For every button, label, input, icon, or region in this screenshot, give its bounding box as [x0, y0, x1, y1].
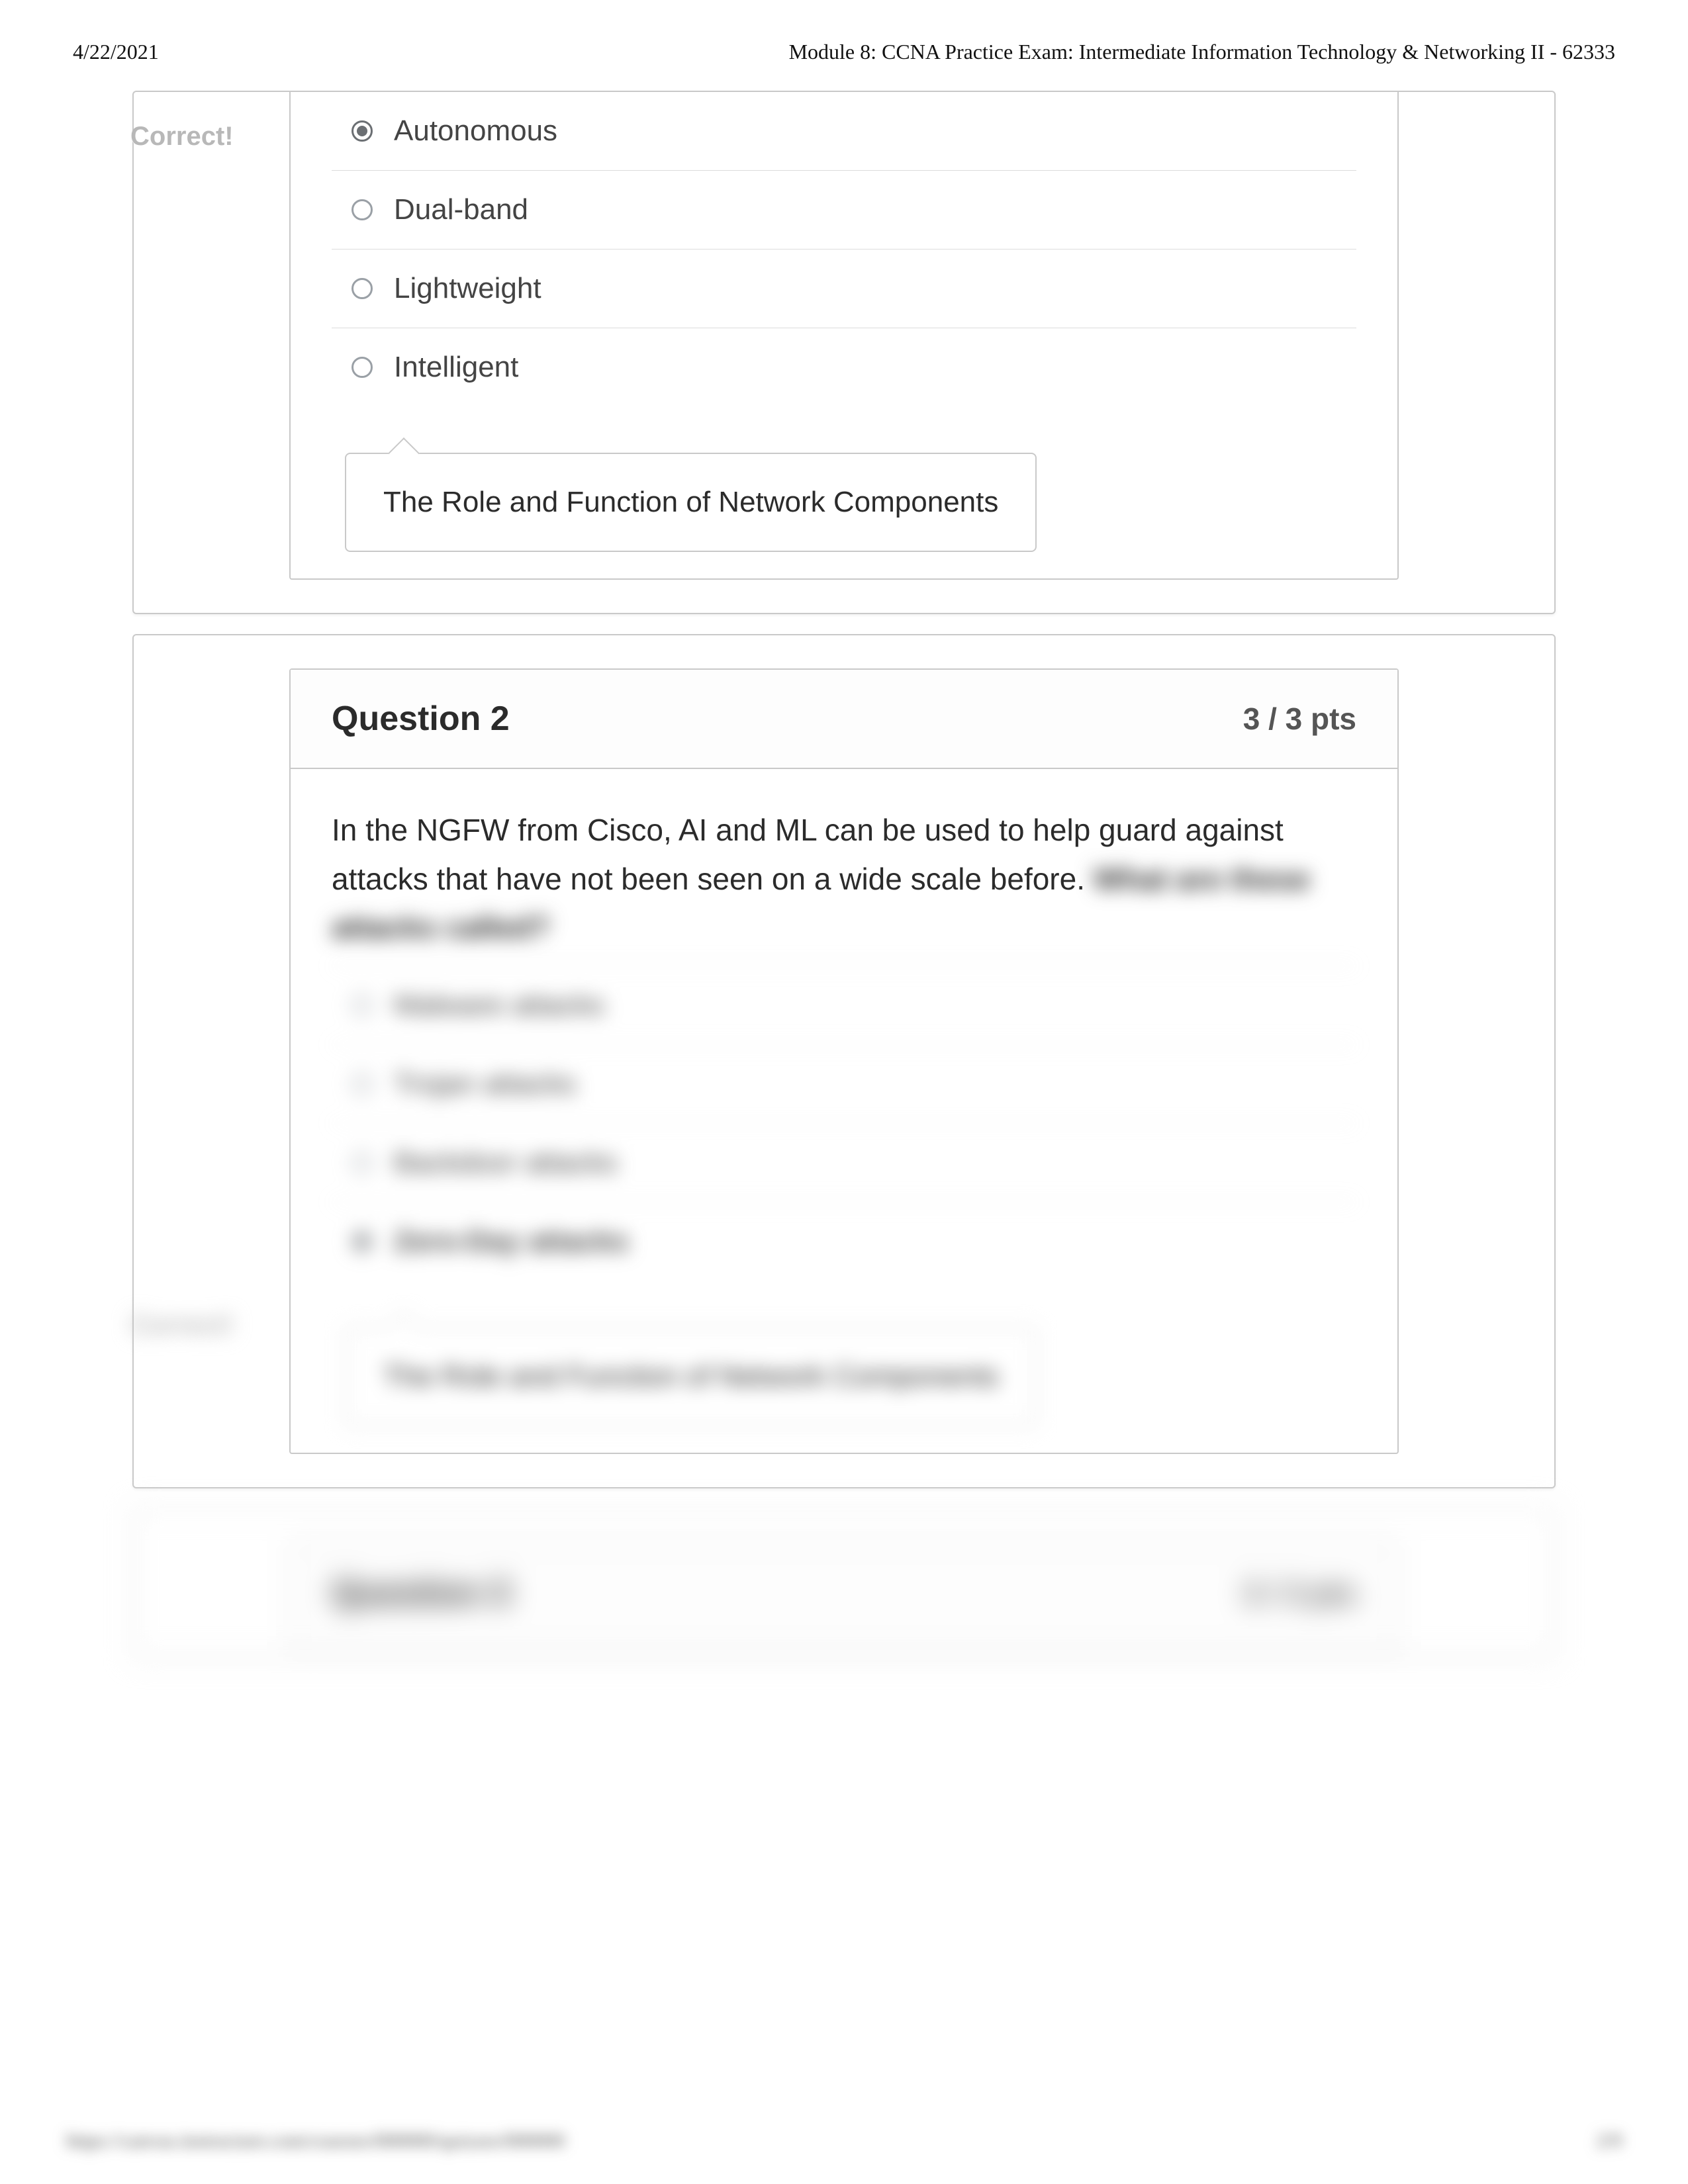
answer-option[interactable]: Backdoor attacks	[332, 1123, 1356, 1202]
correct-badge: Correct!	[130, 122, 234, 152]
answer-option[interactable]: Trojan attacks	[332, 1044, 1356, 1123]
question-points: 3 / 3 pts	[1243, 701, 1356, 737]
question-header: Question 3 3 / 3 pts	[291, 1544, 1397, 1642]
answer-label: Backdoor attacks	[394, 1146, 618, 1179]
answer-option[interactable]: Dual-band	[332, 170, 1356, 249]
radio-icon	[352, 995, 373, 1016]
footer-url: https://canvas.instructure.com/courses/0…	[66, 2130, 565, 2152]
print-footer: https://canvas.instructure.com/courses/0…	[66, 2130, 1622, 2152]
answer-option[interactable]: Zero-Day attacks	[332, 1202, 1356, 1281]
answer-label: Dual-band	[394, 193, 528, 226]
radio-icon	[352, 357, 373, 378]
header-date: 4/22/2021	[73, 40, 159, 64]
answer-label: Intelligent	[394, 351, 518, 384]
question-3-card: Question 3 3 / 3 pts	[132, 1508, 1556, 1658]
radio-selected-icon	[352, 1231, 373, 1252]
footer-page: 2/9	[1597, 2130, 1622, 2152]
header-title: Module 8: CCNA Practice Exam: Intermedia…	[789, 40, 1615, 64]
print-header: 4/22/2021 Module 8: CCNA Practice Exam: …	[66, 40, 1622, 91]
radio-icon	[352, 1073, 373, 1095]
answer-option[interactable]: Malware attacks	[332, 966, 1356, 1044]
question-prompt: In the NGFW from Cisco, AI and ML can be…	[291, 769, 1397, 966]
topic-tag: The Role and Function of Network Compone…	[345, 453, 1037, 552]
content: Correct! Autonomous Dual-band Lightweigh…	[132, 91, 1556, 1658]
answer-label: Malware attacks	[394, 989, 604, 1022]
correct-badge: Correct!	[130, 1310, 234, 1340]
answer-label: Lightweight	[394, 272, 541, 305]
radio-icon	[352, 278, 373, 299]
answer-list: Autonomous Dual-band Lightweight Intelli…	[291, 92, 1397, 406]
question-3-inner: Question 3 3 / 3 pts	[289, 1543, 1399, 1650]
answer-label: Autonomous	[394, 114, 557, 148]
answer-label: Trojan attacks	[394, 1068, 576, 1101]
answer-option[interactable]: Intelligent	[332, 328, 1356, 406]
question-2-card: Correct! Question 2 3 / 3 pts In the NGF…	[132, 634, 1556, 1488]
radio-icon	[352, 199, 373, 220]
question-2-inner: Question 2 3 / 3 pts In the NGFW from Ci…	[289, 668, 1399, 1454]
question-title: Question 3	[332, 1573, 510, 1613]
answer-label: Zero-Day attacks	[394, 1225, 629, 1258]
answer-option[interactable]: Lightweight	[332, 249, 1356, 328]
radio-selected-icon	[352, 120, 373, 142]
answer-list: Malware attacks Trojan attacks Backdoor …	[291, 966, 1397, 1281]
question-1-inner: Autonomous Dual-band Lightweight Intelli…	[289, 92, 1399, 580]
radio-icon	[352, 1152, 373, 1173]
question-1-card: Correct! Autonomous Dual-band Lightweigh…	[132, 91, 1556, 614]
question-points: 3 / 3 pts	[1243, 1575, 1356, 1611]
page: 4/22/2021 Module 8: CCNA Practice Exam: …	[0, 0, 1688, 2184]
topic-tag: The Role and Function of Network Compone…	[345, 1327, 1037, 1426]
question-title: Question 2	[332, 699, 510, 739]
answer-option[interactable]: Autonomous	[332, 92, 1356, 170]
question-header: Question 2 3 / 3 pts	[291, 670, 1397, 769]
